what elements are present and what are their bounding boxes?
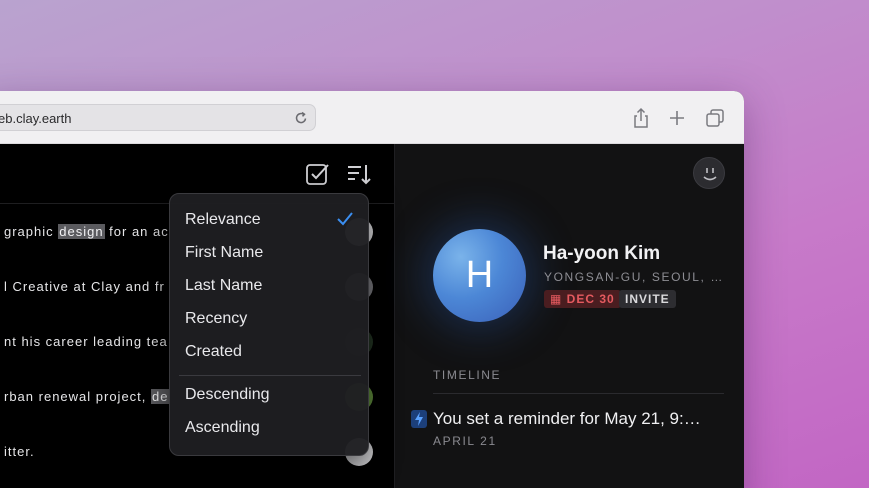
menu-item-descending[interactable]: Descending: [185, 386, 270, 404]
menu-item-ascending[interactable]: Ascending: [185, 419, 260, 437]
snippet-text: itter.: [4, 444, 35, 459]
result-snippet[interactable]: rban renewal project, de: [4, 389, 170, 404]
menu-item-created[interactable]: Created: [185, 343, 242, 361]
contact-avatar: H: [433, 229, 526, 322]
menu-item-recency[interactable]: Recency: [185, 310, 247, 328]
menu-item-first-name[interactable]: First Name: [185, 244, 263, 262]
face-button[interactable]: [693, 157, 725, 189]
browser-toolbar: eb.clay.earth: [0, 91, 744, 144]
calendar-icon: ▦: [550, 292, 567, 306]
tab-overview-icon[interactable]: [704, 107, 726, 129]
timeline-divider: [433, 393, 724, 394]
contact-location: YONGSAN-GU, SEOUL, …: [544, 270, 725, 284]
snippet-text: nt his career leading tea: [4, 334, 168, 349]
contact-name: Ha-yoon Kim: [543, 243, 661, 264]
timeline-entry-date: APRIL 21: [433, 434, 497, 448]
url-text: eb.clay.earth: [0, 111, 72, 126]
result-snippet[interactable]: graphic design for an ac: [4, 224, 169, 239]
search-highlight: design: [58, 224, 105, 239]
badge-text: DEC 30: [566, 292, 615, 306]
result-snippet[interactable]: itter.: [4, 444, 35, 459]
search-highlight: de: [151, 389, 170, 404]
select-checkbox-icon[interactable]: [304, 160, 332, 188]
reminder-date-badge[interactable]: ▦ DEC 30: [544, 290, 621, 308]
snippet-text: for an ac: [104, 224, 169, 239]
sort-icon[interactable]: [345, 160, 373, 188]
result-snippet[interactable]: l Creative at Clay and fr: [4, 279, 165, 294]
new-tab-icon[interactable]: [666, 107, 688, 129]
share-icon[interactable]: [630, 107, 652, 129]
snippet-text: graphic: [4, 224, 59, 239]
address-bar[interactable]: eb.clay.earth: [0, 104, 316, 131]
lightning-icon: [411, 410, 427, 428]
checkmark-icon: [337, 212, 353, 226]
menu-item-last-name[interactable]: Last Name: [185, 277, 262, 295]
invite-badge[interactable]: INVITE: [619, 290, 676, 308]
smiley-icon: [703, 168, 717, 181]
menu-item-relevance[interactable]: Relevance: [185, 211, 261, 229]
result-snippet[interactable]: nt his career leading tea: [4, 334, 168, 349]
reload-icon[interactable]: [293, 110, 309, 126]
sort-menu: Relevance First Name Last Name Recency C…: [169, 193, 369, 456]
timeline-entry[interactable]: You set a reminder for May 21, 9:…: [433, 409, 701, 429]
menu-separator: [179, 375, 361, 376]
timeline-title: TIMELINE: [433, 368, 502, 382]
snippet-text: rban renewal project,: [4, 389, 152, 404]
snippet-text: l Creative at Clay and fr: [4, 279, 165, 294]
